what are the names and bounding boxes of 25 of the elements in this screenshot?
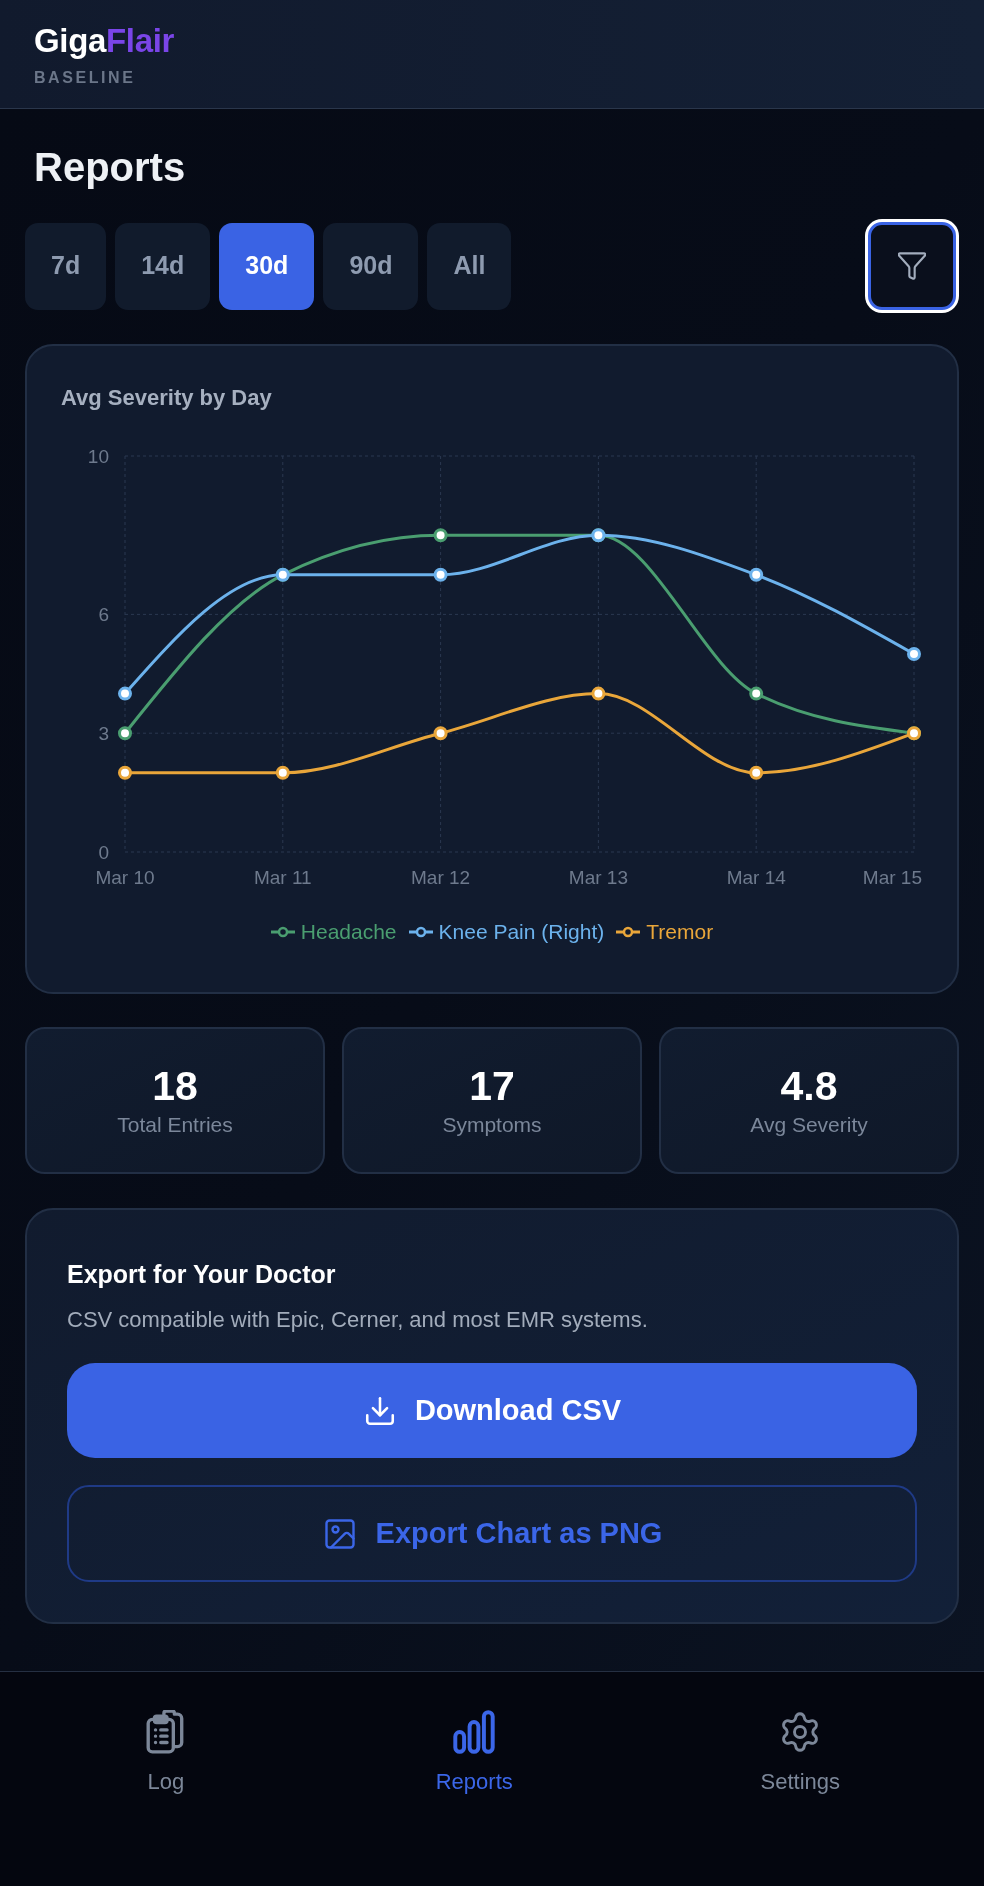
export-description: CSV compatible with Epic, Cerner, and most EMR systems. bbox=[67, 1306, 648, 1334]
legend-label: Tremor bbox=[646, 919, 714, 945]
y-tick-label: 0 bbox=[98, 841, 109, 863]
x-tick-label: Mar 10 bbox=[95, 866, 155, 888]
chart-title: Avg Severity by Day bbox=[60, 384, 272, 412]
page-title: Reports bbox=[33, 144, 186, 191]
export-title: Export for Your Doctor bbox=[67, 1259, 336, 1290]
app-logo: GigaFlair bbox=[34, 22, 175, 60]
x-tick-label: Mar 12 bbox=[411, 866, 471, 888]
y-tick-label: 6 bbox=[98, 604, 109, 626]
y-tick-label: 3 bbox=[98, 722, 109, 744]
stat-value: 17 bbox=[469, 1062, 515, 1110]
stat-value: 4.8 bbox=[780, 1062, 838, 1110]
x-tick-label: Mar 14 bbox=[726, 866, 786, 888]
x-tick-label: Mar 13 bbox=[568, 866, 628, 888]
y-tick-label: 10 bbox=[87, 445, 109, 467]
logo-subtitle: BASELINE bbox=[34, 68, 136, 88]
x-tick-label: Mar 11 bbox=[253, 866, 312, 888]
x-tick-label: Mar 15 bbox=[862, 866, 922, 888]
stat-label: Avg Severity bbox=[750, 1112, 868, 1138]
stat-value: 18 bbox=[152, 1062, 198, 1110]
stat-label: Total Entries bbox=[117, 1112, 233, 1138]
stat-label: Symptoms bbox=[442, 1112, 542, 1138]
legend-label: Knee Pain (Right) bbox=[438, 919, 605, 945]
legend-label: Headache bbox=[300, 919, 397, 945]
